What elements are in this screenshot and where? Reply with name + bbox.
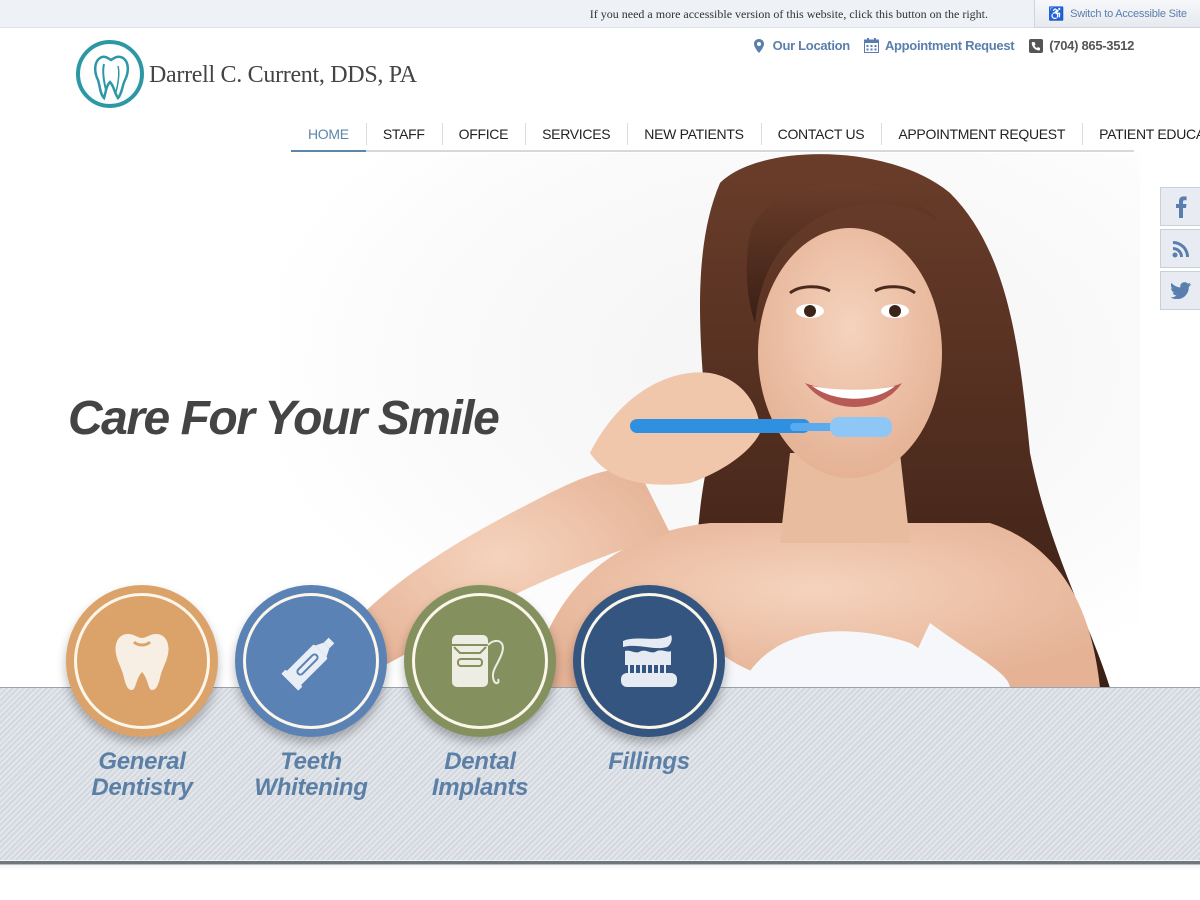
accessibility-bar: If you need a more accessible version of… [0, 0, 1200, 28]
service-label: Teeth Whitening [254, 748, 368, 801]
nav-patient-education[interactable]: PATIENT EDUCATION [1082, 118, 1200, 150]
wheelchair-icon: ♿ [1048, 5, 1065, 21]
calendar-icon [863, 38, 879, 53]
facebook-link[interactable] [1160, 187, 1200, 226]
phone-number: (704) 865-3512 [1049, 38, 1134, 53]
service-circle [235, 585, 387, 737]
service-fillings[interactable]: Fillings [569, 585, 729, 775]
nav-contact-us[interactable]: CONTACT US [760, 118, 882, 150]
utility-links: Our Location Appointment Request (704) 8… [752, 38, 1134, 53]
appointment-request-link[interactable]: Appointment Request [863, 38, 1015, 53]
social-links [1160, 187, 1200, 310]
nav-services[interactable]: SERVICES [525, 118, 627, 150]
our-location-link[interactable]: Our Location [752, 38, 850, 53]
switch-accessible-site-button[interactable]: ♿ Switch to Accessible Site [1034, 0, 1200, 28]
tooth-icon [115, 634, 169, 690]
rss-link[interactable] [1160, 229, 1200, 268]
phone-link[interactable]: (704) 865-3512 [1028, 38, 1134, 53]
service-circle [66, 585, 218, 737]
map-pin-icon [752, 38, 767, 53]
service-dental-implants[interactable]: Dental Implants [400, 585, 560, 801]
our-location-label: Our Location [772, 38, 851, 53]
service-general-dentistry[interactable]: General Dentistry [62, 585, 222, 801]
appointment-request-label: Appointment Request [884, 38, 1015, 53]
accessibility-message: If you need a more accessible version of… [589, 7, 988, 21]
service-label: Fillings [608, 748, 690, 775]
practice-name: Darrell C. Current, DDS, PA [149, 61, 417, 88]
twitter-link[interactable] [1160, 271, 1200, 310]
nav-new-patients[interactable]: NEW PATIENTS [627, 118, 760, 150]
switch-accessible-site-label: Switch to Accessible Site [1070, 7, 1187, 20]
rss-icon [1172, 240, 1189, 257]
services-list: General Dentistry Teeth Whitening Dental… [0, 585, 760, 805]
nav-home[interactable]: HOME [291, 118, 366, 152]
nav-appointment-request[interactable]: APPOINTMENT REQUEST [881, 118, 1082, 150]
site-logo[interactable]: Darrell C. Current, DDS, PA [76, 40, 417, 108]
service-circle [573, 585, 725, 737]
nav-office[interactable]: OFFICE [441, 118, 526, 150]
main-nav: HOME STAFF OFFICE SERVICES NEW PATIENTS … [291, 118, 1200, 152]
band-shadow [0, 865, 1200, 871]
tooth-logo-icon [76, 40, 144, 108]
hero-tagline: Care For Your Smile [68, 392, 500, 445]
service-label: General Dentistry [91, 748, 193, 801]
floss-icon [452, 635, 504, 687]
toothpaste-icon [281, 637, 335, 691]
toothbrush-icon [621, 635, 677, 687]
service-teeth-whitening[interactable]: Teeth Whitening [231, 585, 391, 801]
nav-staff[interactable]: STAFF [365, 118, 442, 150]
facebook-icon [1175, 195, 1187, 218]
phone-icon [1028, 38, 1043, 53]
twitter-icon [1170, 282, 1191, 299]
service-label: Dental Implants [431, 748, 529, 801]
service-circle [404, 585, 556, 737]
